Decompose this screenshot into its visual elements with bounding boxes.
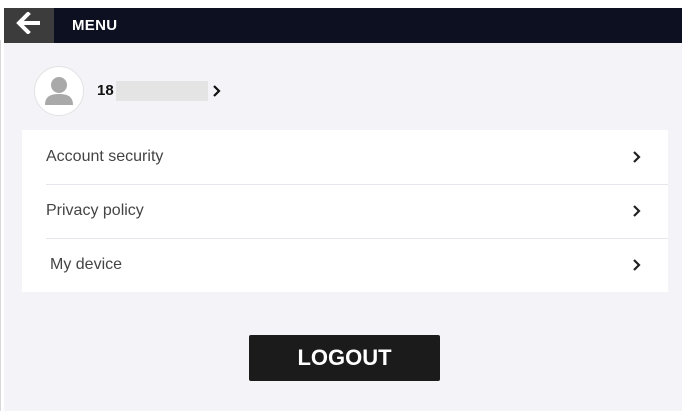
chevron-right-icon bbox=[212, 84, 222, 98]
app-window: MENU 18 Account security Privacy policy … bbox=[4, 8, 682, 411]
settings-menu: Account security Privacy policy My devic… bbox=[22, 130, 668, 292]
header-bar: MENU bbox=[4, 8, 682, 43]
menu-item-privacy-policy[interactable]: Privacy policy bbox=[46, 184, 668, 238]
back-button[interactable] bbox=[4, 8, 54, 43]
page-title: MENU bbox=[72, 17, 118, 34]
window-edge bbox=[0, 40, 1, 411]
chevron-right-icon bbox=[632, 258, 642, 272]
menu-item-label: Privacy policy bbox=[46, 202, 144, 219]
menu-item-account-security[interactable]: Account security bbox=[46, 130, 668, 184]
logout-button[interactable]: LOGOUT bbox=[249, 335, 440, 381]
menu-item-my-device[interactable]: My device bbox=[50, 238, 668, 292]
arrow-left-icon bbox=[16, 11, 42, 39]
masked-phone-digits bbox=[115, 81, 208, 101]
menu-item-label: My device bbox=[50, 256, 123, 273]
user-avatar-icon bbox=[34, 66, 84, 116]
chevron-right-icon bbox=[632, 204, 642, 218]
menu-item-label: Account security bbox=[46, 148, 164, 165]
phone-number: 18 bbox=[97, 81, 208, 101]
chevron-right-icon bbox=[632, 150, 642, 164]
phone-prefix: 18 bbox=[97, 81, 114, 99]
profile-row[interactable]: 18 bbox=[34, 65, 222, 117]
